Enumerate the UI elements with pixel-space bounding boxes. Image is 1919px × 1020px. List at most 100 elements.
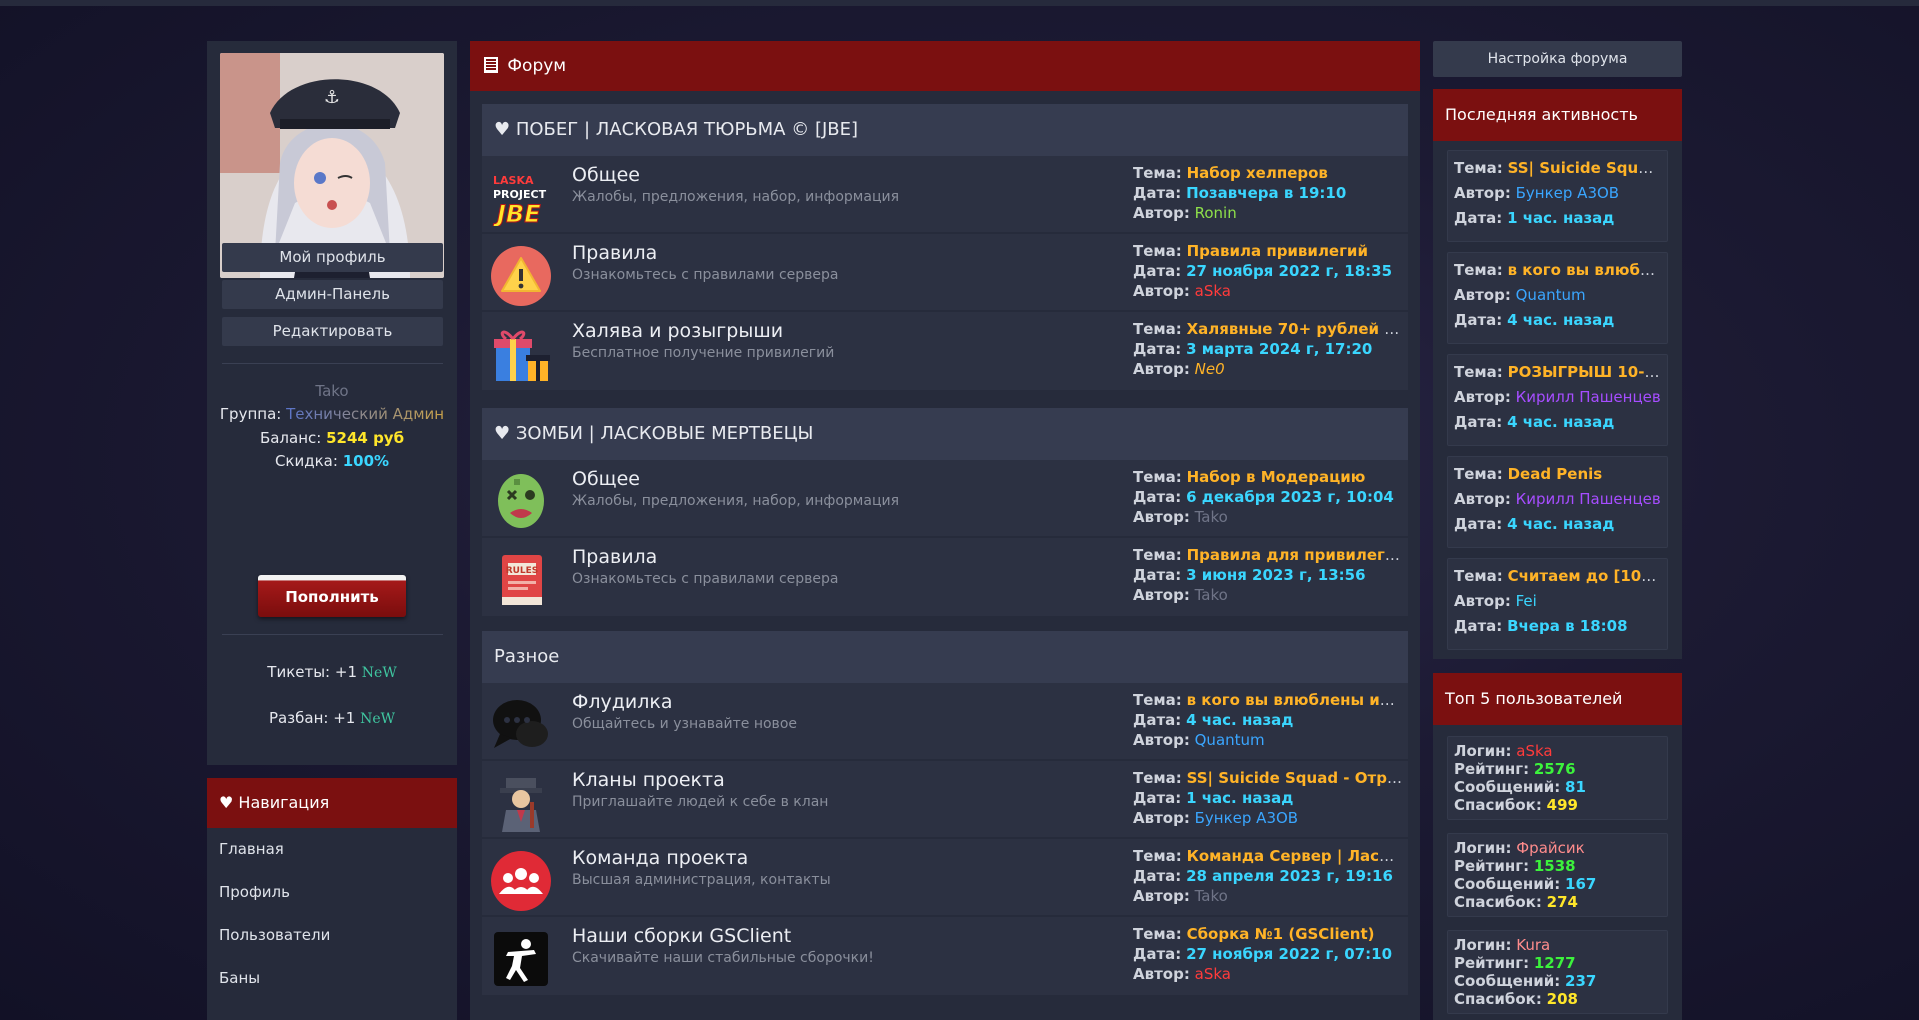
edit-profile-button[interactable]: Редактировать <box>222 317 443 346</box>
author-link[interactable]: Ronin <box>1195 204 1237 222</box>
forum-row[interactable]: Кланы проекта Приглашайте людей к себе в… <box>482 761 1408 839</box>
user-login-link[interactable]: Kura <box>1516 936 1550 954</box>
nav-item-users[interactable]: Пользователи <box>207 914 457 957</box>
activity-author-link[interactable]: Кирилл Пашенцев <box>1516 388 1661 406</box>
admin-panel-button[interactable]: Админ-Панель <box>222 280 443 309</box>
author-label: Автор: <box>1454 184 1511 202</box>
messages-label: Сообщений: <box>1454 972 1561 990</box>
activity-card[interactable]: Тема: в кого вы влюблен... Автор: Quantum… <box>1447 252 1668 344</box>
author-link[interactable]: aSka <box>1195 965 1231 983</box>
last-date: 27 ноября 2022 г, 07:10 <box>1186 945 1393 963</box>
user-thanks: 208 <box>1546 990 1578 1008</box>
top-user-card[interactable]: Логин: Фрайсик Рейтинг: 1538 Сообщений: 16… <box>1447 833 1668 917</box>
forum-title-link[interactable]: Общее <box>572 468 640 490</box>
forum-row[interactable]: Правила Ознакомьтесь с правилами сервера… <box>482 234 1408 312</box>
my-profile-button[interactable]: Мой профиль <box>222 243 443 272</box>
topic-label: Тема: <box>1133 468 1182 486</box>
author-label: Автор: <box>1454 388 1511 406</box>
last-topic-link[interactable]: Набор в Модерацию <box>1187 468 1366 486</box>
messages-label: Сообщений: <box>1454 875 1561 893</box>
tickets-line[interactable]: Тикеты: +1 NeW <box>207 663 457 681</box>
thanks-label: Спасибок: <box>1454 796 1542 814</box>
forum-row[interactable]: Команда проекта Высшая администрация, ко… <box>482 839 1408 917</box>
section-title[interactable]: ♥ ПОБЕГ | ЛАСКОВАЯ ТЮРЬМА © [JBE] <box>482 104 1408 156</box>
author-link[interactable]: Бункер A3OB <box>1195 809 1298 827</box>
forum-row[interactable]: Общее Жалобы, предложения, набор, информ… <box>482 460 1408 538</box>
activity-author-link[interactable]: Кирилл Пашенцев <box>1516 490 1661 508</box>
topic-label: Тема: <box>1133 769 1182 787</box>
author-link[interactable]: aSka <box>1195 282 1231 300</box>
author-link[interactable]: Tako <box>1195 887 1228 905</box>
login-label: Логин: <box>1454 742 1512 760</box>
last-topic-link[interactable]: SS| Suicide Squad - Отряд ... <box>1187 769 1403 787</box>
discount-value: 100% <box>342 452 390 470</box>
author-label: Автор: <box>1133 965 1190 983</box>
topic-label: Тема: <box>1454 363 1503 381</box>
forum-title-link[interactable]: Правила <box>572 546 657 568</box>
forum-row[interactable]: Халява и розыгрыши Бесплатное получение … <box>482 312 1408 390</box>
user-login-link[interactable]: aSka <box>1516 742 1552 760</box>
section-title[interactable]: ♥ ЗОМБИ | ЛАСКОВЫЕ МЕРТВЕЦЫ <box>482 408 1408 460</box>
author-label: Автор: <box>1133 887 1190 905</box>
forum-description: Общайтесь и узнавайте новое <box>572 716 797 732</box>
activity-card[interactable]: Тема: Считаем до [10 000]... Автор: Fei Да… <box>1447 558 1668 650</box>
last-date: 3 июня 2023 г, 13:56 <box>1186 566 1366 584</box>
unban-line[interactable]: Разбан: +1 NeW <box>207 709 457 727</box>
last-topic-link[interactable]: Сборка №1 (GSClient) <box>1187 925 1375 943</box>
author-label: Автор: <box>1133 809 1190 827</box>
forum-title-link[interactable]: Общее <box>572 164 640 186</box>
forum-row[interactable]: Наши сборки GSClient Скачивайте наши ста… <box>482 917 1408 995</box>
last-topic-link[interactable]: Команда Сервер | Ласков... <box>1187 847 1403 865</box>
topic-label: Тема: <box>1133 546 1182 564</box>
last-post-info: Тема: Правила привилегий Дата: 27 ноября… <box>1133 241 1403 301</box>
group-value: Технический Админ <box>286 405 445 423</box>
nav-item-home[interactable]: Главная <box>207 828 457 871</box>
forum-title-link[interactable]: Халява и розыгрыши <box>572 320 783 342</box>
activity-topic-link[interactable]: РОЗЫГРЫШ 10-20К ... <box>1508 363 1661 381</box>
activity-author-link[interactable]: Quantum <box>1516 286 1586 304</box>
last-topic-link[interactable]: Правила для привилегир... <box>1187 546 1403 564</box>
activity-topic-link[interactable]: в кого вы влюблен... <box>1508 261 1661 279</box>
last-topic-link[interactable]: Правила привилегий <box>1187 242 1368 260</box>
activity-card[interactable]: Тема: Dead Penis Автор: Кирилл Пашенцев Да… <box>1447 456 1668 548</box>
author-link[interactable]: Quantum <box>1195 731 1265 749</box>
forum-row[interactable]: Флудилка Общайтесь и узнавайте новое Тем… <box>482 683 1408 761</box>
top-user-card[interactable]: Логин: Kura Рейтинг: 1277 Сообщений: 237 Сп… <box>1447 930 1668 1014</box>
nav-item-profile[interactable]: Профиль <box>207 871 457 914</box>
forum-description: Жалобы, предложения, набор, информация <box>572 189 899 205</box>
forum-title-link[interactable]: Команда проекта <box>572 847 748 869</box>
last-topic-link[interactable]: Халявные 70+ рублей [3 к... <box>1187 320 1403 338</box>
forum-title-link[interactable]: Кланы проекта <box>572 769 725 791</box>
date-label: Дата: <box>1133 789 1182 807</box>
author-link[interactable]: Tako <box>1195 586 1228 604</box>
section-title[interactable]: Разное <box>482 631 1408 683</box>
activity-topic-link[interactable]: Dead Penis <box>1508 465 1603 483</box>
activity-author-link[interactable]: Fei <box>1516 592 1537 610</box>
activity-card[interactable]: Тема: SS| Suicide Squad - ... Автор: Бунк… <box>1447 150 1668 242</box>
user-login-link[interactable]: Фрайсик <box>1516 839 1584 857</box>
activity-topic-link[interactable]: SS| Suicide Squad - ... <box>1508 159 1661 177</box>
date-label: Дата: <box>1133 184 1182 202</box>
author-link[interactable]: Tako <box>1195 508 1228 526</box>
activity-card[interactable]: Тема: РОЗЫГРЫШ 10-20К ... Автор: Кирилл П… <box>1447 354 1668 446</box>
last-topic-link[interactable]: в кого вы влюблены из пр... <box>1187 691 1403 709</box>
author-label: Автор: <box>1133 360 1190 378</box>
activity-author-link[interactable]: Бункер A3OB <box>1516 184 1619 202</box>
forum-row[interactable]: RULES Правила Ознакомьтесь с правилами с… <box>482 538 1408 616</box>
forum-header: Форум <box>470 41 1420 91</box>
activity-topic-link[interactable]: Считаем до [10 000]... <box>1508 567 1661 585</box>
activity-date: 4 час. назад <box>1507 413 1615 431</box>
topup-button[interactable]: Пополнить <box>258 575 406 617</box>
last-topic-link[interactable]: Набор хелперов <box>1187 164 1328 182</box>
forum-title-link[interactable]: Правила <box>572 242 657 264</box>
forum-row[interactable]: LASKA PROJECT JBE Общее Жалобы, предложе… <box>482 156 1408 234</box>
last-post-info: Тема: Халявные 70+ рублей [3 к... Дата: … <box>1133 319 1403 379</box>
top-user-card[interactable]: Логин: aSka Рейтинг: 2576 Сообщений: 81 Спа… <box>1447 736 1668 820</box>
forum-settings-button[interactable]: Настройка форума <box>1433 41 1682 77</box>
last-date: Позавчера в 19:10 <box>1186 184 1347 202</box>
forum-title-link[interactable]: Флудилка <box>572 691 673 713</box>
nav-item-bans[interactable]: Баны <box>207 957 457 1000</box>
author-link[interactable]: Ne0 <box>1195 360 1225 378</box>
user-rating: 2576 <box>1533 760 1576 778</box>
forum-title-link[interactable]: Наши сборки GSClient <box>572 925 791 947</box>
